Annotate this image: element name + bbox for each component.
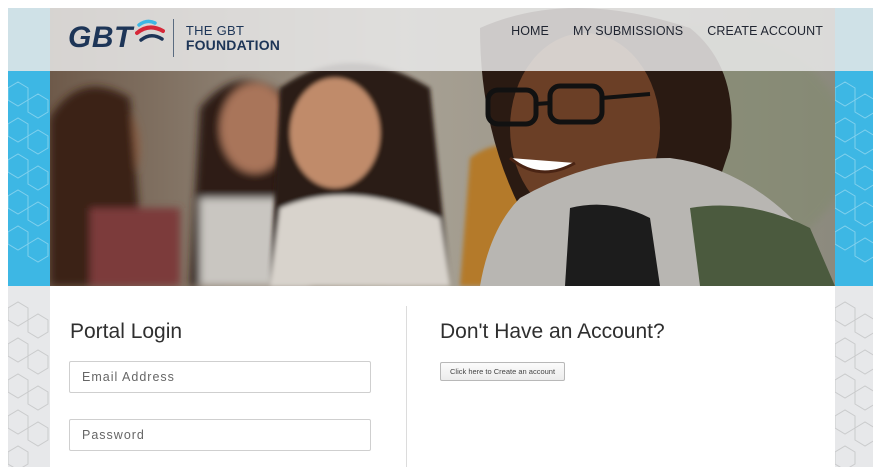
top-nav-bar: GBT THE GBT FOUNDATION HOME MY SUBMISSIO… [8,8,873,71]
logo-text: THE GBT FOUNDATION [185,23,281,53]
email-input[interactable] [69,361,371,393]
left-hex-band [8,8,50,467]
nav-create-account[interactable]: CREATE ACCOUNT [707,24,823,38]
gbt-logo[interactable]: GBT THE GBT FOUNDATION [68,16,280,60]
main-nav: HOME MY SUBMISSIONS CREATE ACCOUNT [511,24,823,38]
hex-pattern-left [8,81,49,467]
create-account-button[interactable]: Click here to Create an account [440,362,566,381]
password-input[interactable] [69,419,371,451]
nav-my-submissions[interactable]: MY SUBMISSIONS [573,24,683,38]
no-account-heading: Don't Have an Account? [440,320,665,343]
nav-home[interactable]: HOME [511,24,549,38]
logo-line-2: FOUNDATION [185,37,281,53]
right-hex-band [835,8,873,467]
column-divider [406,306,407,467]
logo-line-1: THE GBT [185,23,245,38]
hex-pattern-right [835,81,873,467]
gbt-logo-mark-icon [134,19,165,42]
content-panel: Portal Login Don't Have an Account? Clic… [50,286,835,467]
logo-divider [172,19,174,57]
portal-login-heading: Portal Login [70,320,183,343]
logo-wordmark: GBT [68,21,133,54]
page: GBT THE GBT FOUNDATION HOME MY SUBMISSIO… [8,8,873,467]
